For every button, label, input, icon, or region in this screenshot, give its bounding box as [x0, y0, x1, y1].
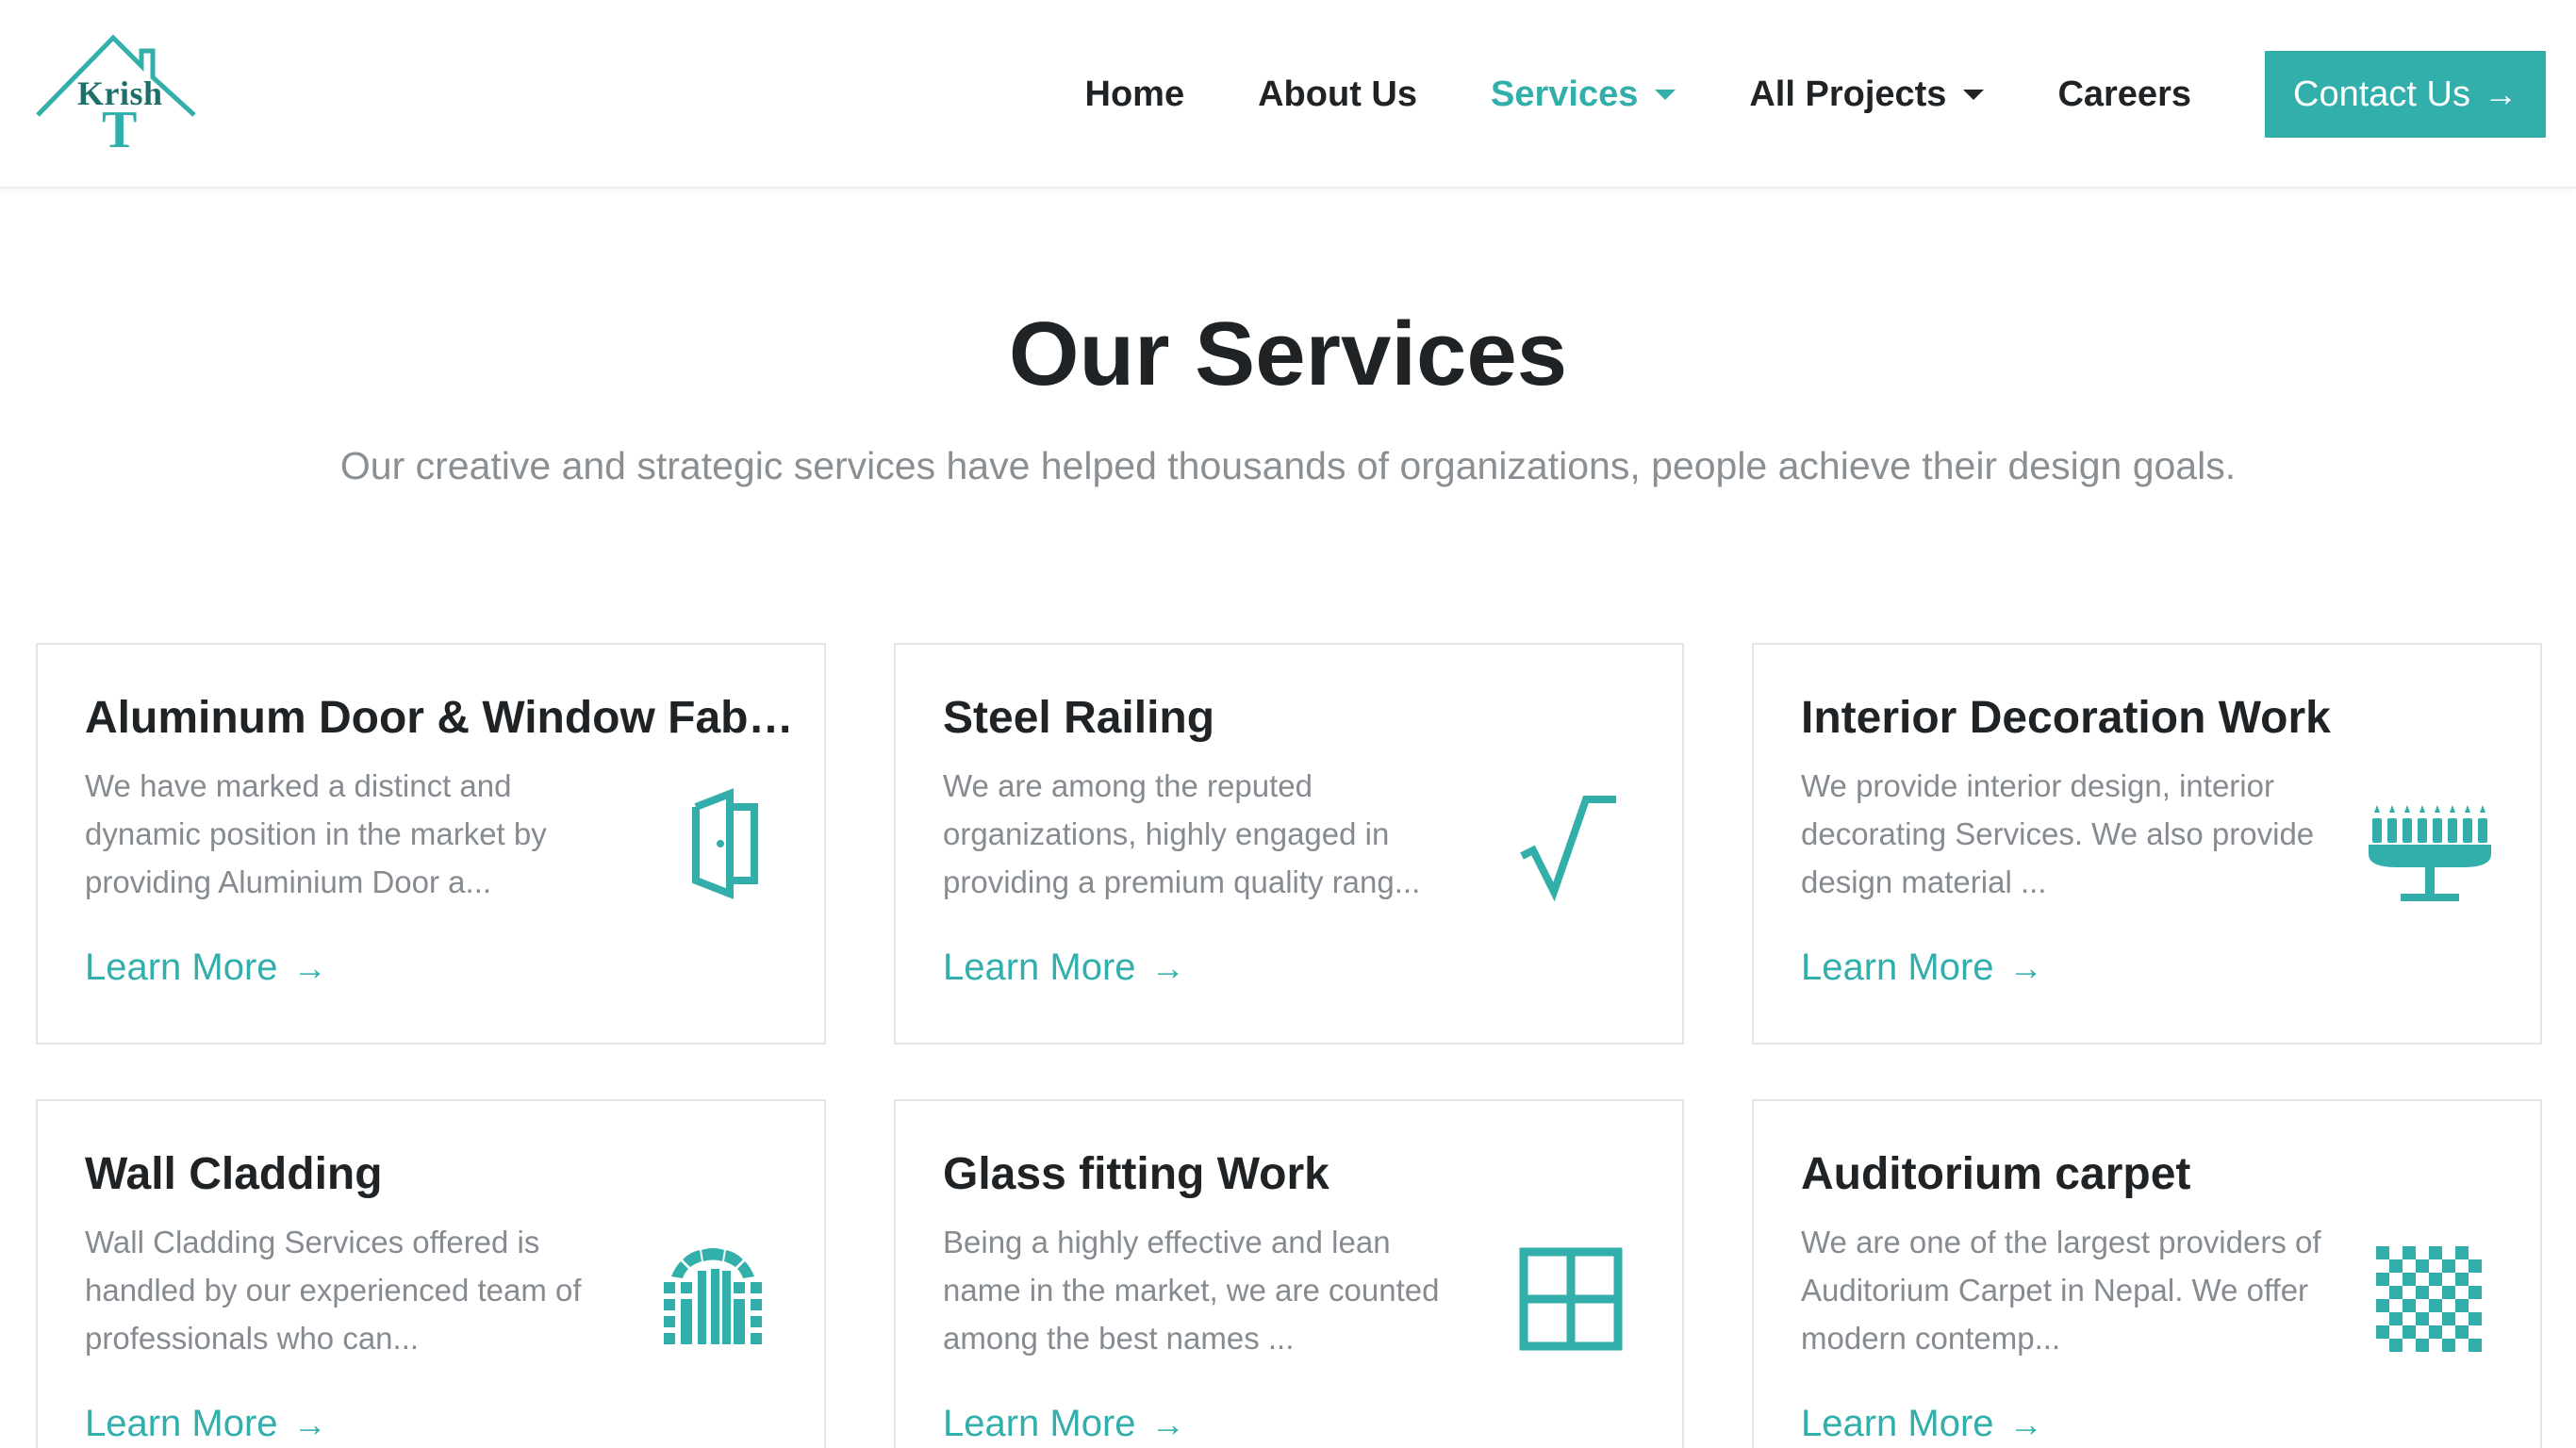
- arrow-right-icon: →: [2008, 947, 2043, 987]
- contact-us-button[interactable]: Contact Us →: [2265, 51, 2546, 138]
- nav-all-projects[interactable]: All Projects: [1749, 74, 1985, 115]
- learn-more-label: Learn More: [943, 1403, 1136, 1444]
- arrow-right-icon: →: [292, 947, 327, 987]
- learn-more-link[interactable]: Learn More →: [1801, 1403, 2043, 1445]
- brand-logo[interactable]: Krish T: [36, 34, 196, 159]
- learn-more-label: Learn More: [1801, 946, 1994, 988]
- service-card-aluminum[interactable]: Aluminum Door & Window Fabrication We ha…: [36, 643, 826, 1045]
- menorah-icon: [2363, 777, 2495, 909]
- site-header: Krish T Home About Us Services All Proje…: [0, 0, 2576, 189]
- nav-careers-label: Careers: [2057, 74, 2191, 114]
- service-card-auditorium-carpet[interactable]: Auditorium carpet We are one of the larg…: [1752, 1099, 2542, 1448]
- card-title: Interior Decoration Work: [1801, 693, 2331, 743]
- learn-more-label: Learn More: [85, 1403, 278, 1444]
- learn-more-link[interactable]: Learn More →: [85, 1403, 327, 1445]
- nav-about-label: About Us: [1258, 74, 1417, 114]
- card-title: Wall Cladding: [85, 1149, 383, 1199]
- checkerboard-icon: [2363, 1233, 2495, 1365]
- nav-services-label: Services: [1490, 74, 1639, 114]
- card-title: Auditorium carpet: [1801, 1149, 2191, 1199]
- card-title: Glass fitting Work: [943, 1149, 1329, 1199]
- card-description: Being a highly effective and lean name i…: [943, 1225, 1440, 1356]
- arrow-right-icon: →: [292, 1404, 327, 1443]
- arch-icon: [647, 1233, 779, 1365]
- nav-careers[interactable]: Careers: [2057, 74, 2191, 115]
- card-description: We are among the reputed organizations, …: [943, 768, 1421, 899]
- nav-home[interactable]: Home: [1085, 74, 1185, 115]
- window-icon: [1505, 1233, 1637, 1365]
- nav-about-us[interactable]: About Us: [1258, 74, 1417, 115]
- learn-more-link[interactable]: Learn More →: [1801, 946, 2043, 989]
- door-icon: [647, 777, 779, 909]
- nav-projects-label: All Projects: [1749, 74, 1947, 114]
- contact-us-label: Contact Us: [2293, 74, 2470, 114]
- arrow-right-icon: →: [2008, 1404, 2043, 1443]
- nav-services[interactable]: Services: [1491, 74, 1676, 115]
- card-title: Steel Railing: [943, 693, 1215, 743]
- section-subtitle: Our creative and strategic services have…: [339, 444, 2237, 487]
- chevron-down-icon: [1655, 89, 1676, 100]
- learn-more-label: Learn More: [85, 946, 278, 988]
- card-description: We provide interior design, interior dec…: [1801, 768, 2315, 899]
- nav-home-label: Home: [1084, 74, 1185, 114]
- learn-more-label: Learn More: [1801, 1403, 1994, 1444]
- arrow-right-icon: →: [1150, 1404, 1185, 1443]
- service-card-interior[interactable]: Interior Decoration Work We provide inte…: [1752, 643, 2542, 1045]
- arrow-right-icon: →: [1150, 947, 1185, 987]
- card-description: We are one of the largest providers of A…: [1801, 1225, 2321, 1356]
- card-title: Aluminum Door & Window Fabrication: [85, 693, 811, 743]
- learn-more-link[interactable]: Learn More →: [85, 946, 327, 989]
- card-description: Wall Cladding Services offered is handle…: [85, 1225, 582, 1356]
- section-title: Our Services: [1008, 304, 1568, 404]
- logo-letter: T: [102, 101, 138, 159]
- main-nav: Home About Us Services All Projects Care…: [1085, 0, 2546, 189]
- service-card-wall-cladding[interactable]: Wall Cladding Wall Cladding Services off…: [36, 1099, 826, 1448]
- learn-more-label: Learn More: [943, 946, 1136, 988]
- service-card-glass-fitting[interactable]: Glass fitting Work Being a highly effect…: [894, 1099, 1684, 1448]
- card-description: We have marked a distinct and dynamic po…: [85, 768, 547, 899]
- learn-more-link[interactable]: Learn More →: [943, 946, 1185, 989]
- arrow-right-icon: →: [2483, 74, 2518, 113]
- square-root-icon: [1505, 777, 1637, 909]
- service-card-steel-railing[interactable]: Steel Railing We are among the reputed o…: [894, 643, 1684, 1045]
- learn-more-link[interactable]: Learn More →: [943, 1403, 1185, 1445]
- chevron-down-icon: [1963, 89, 1985, 100]
